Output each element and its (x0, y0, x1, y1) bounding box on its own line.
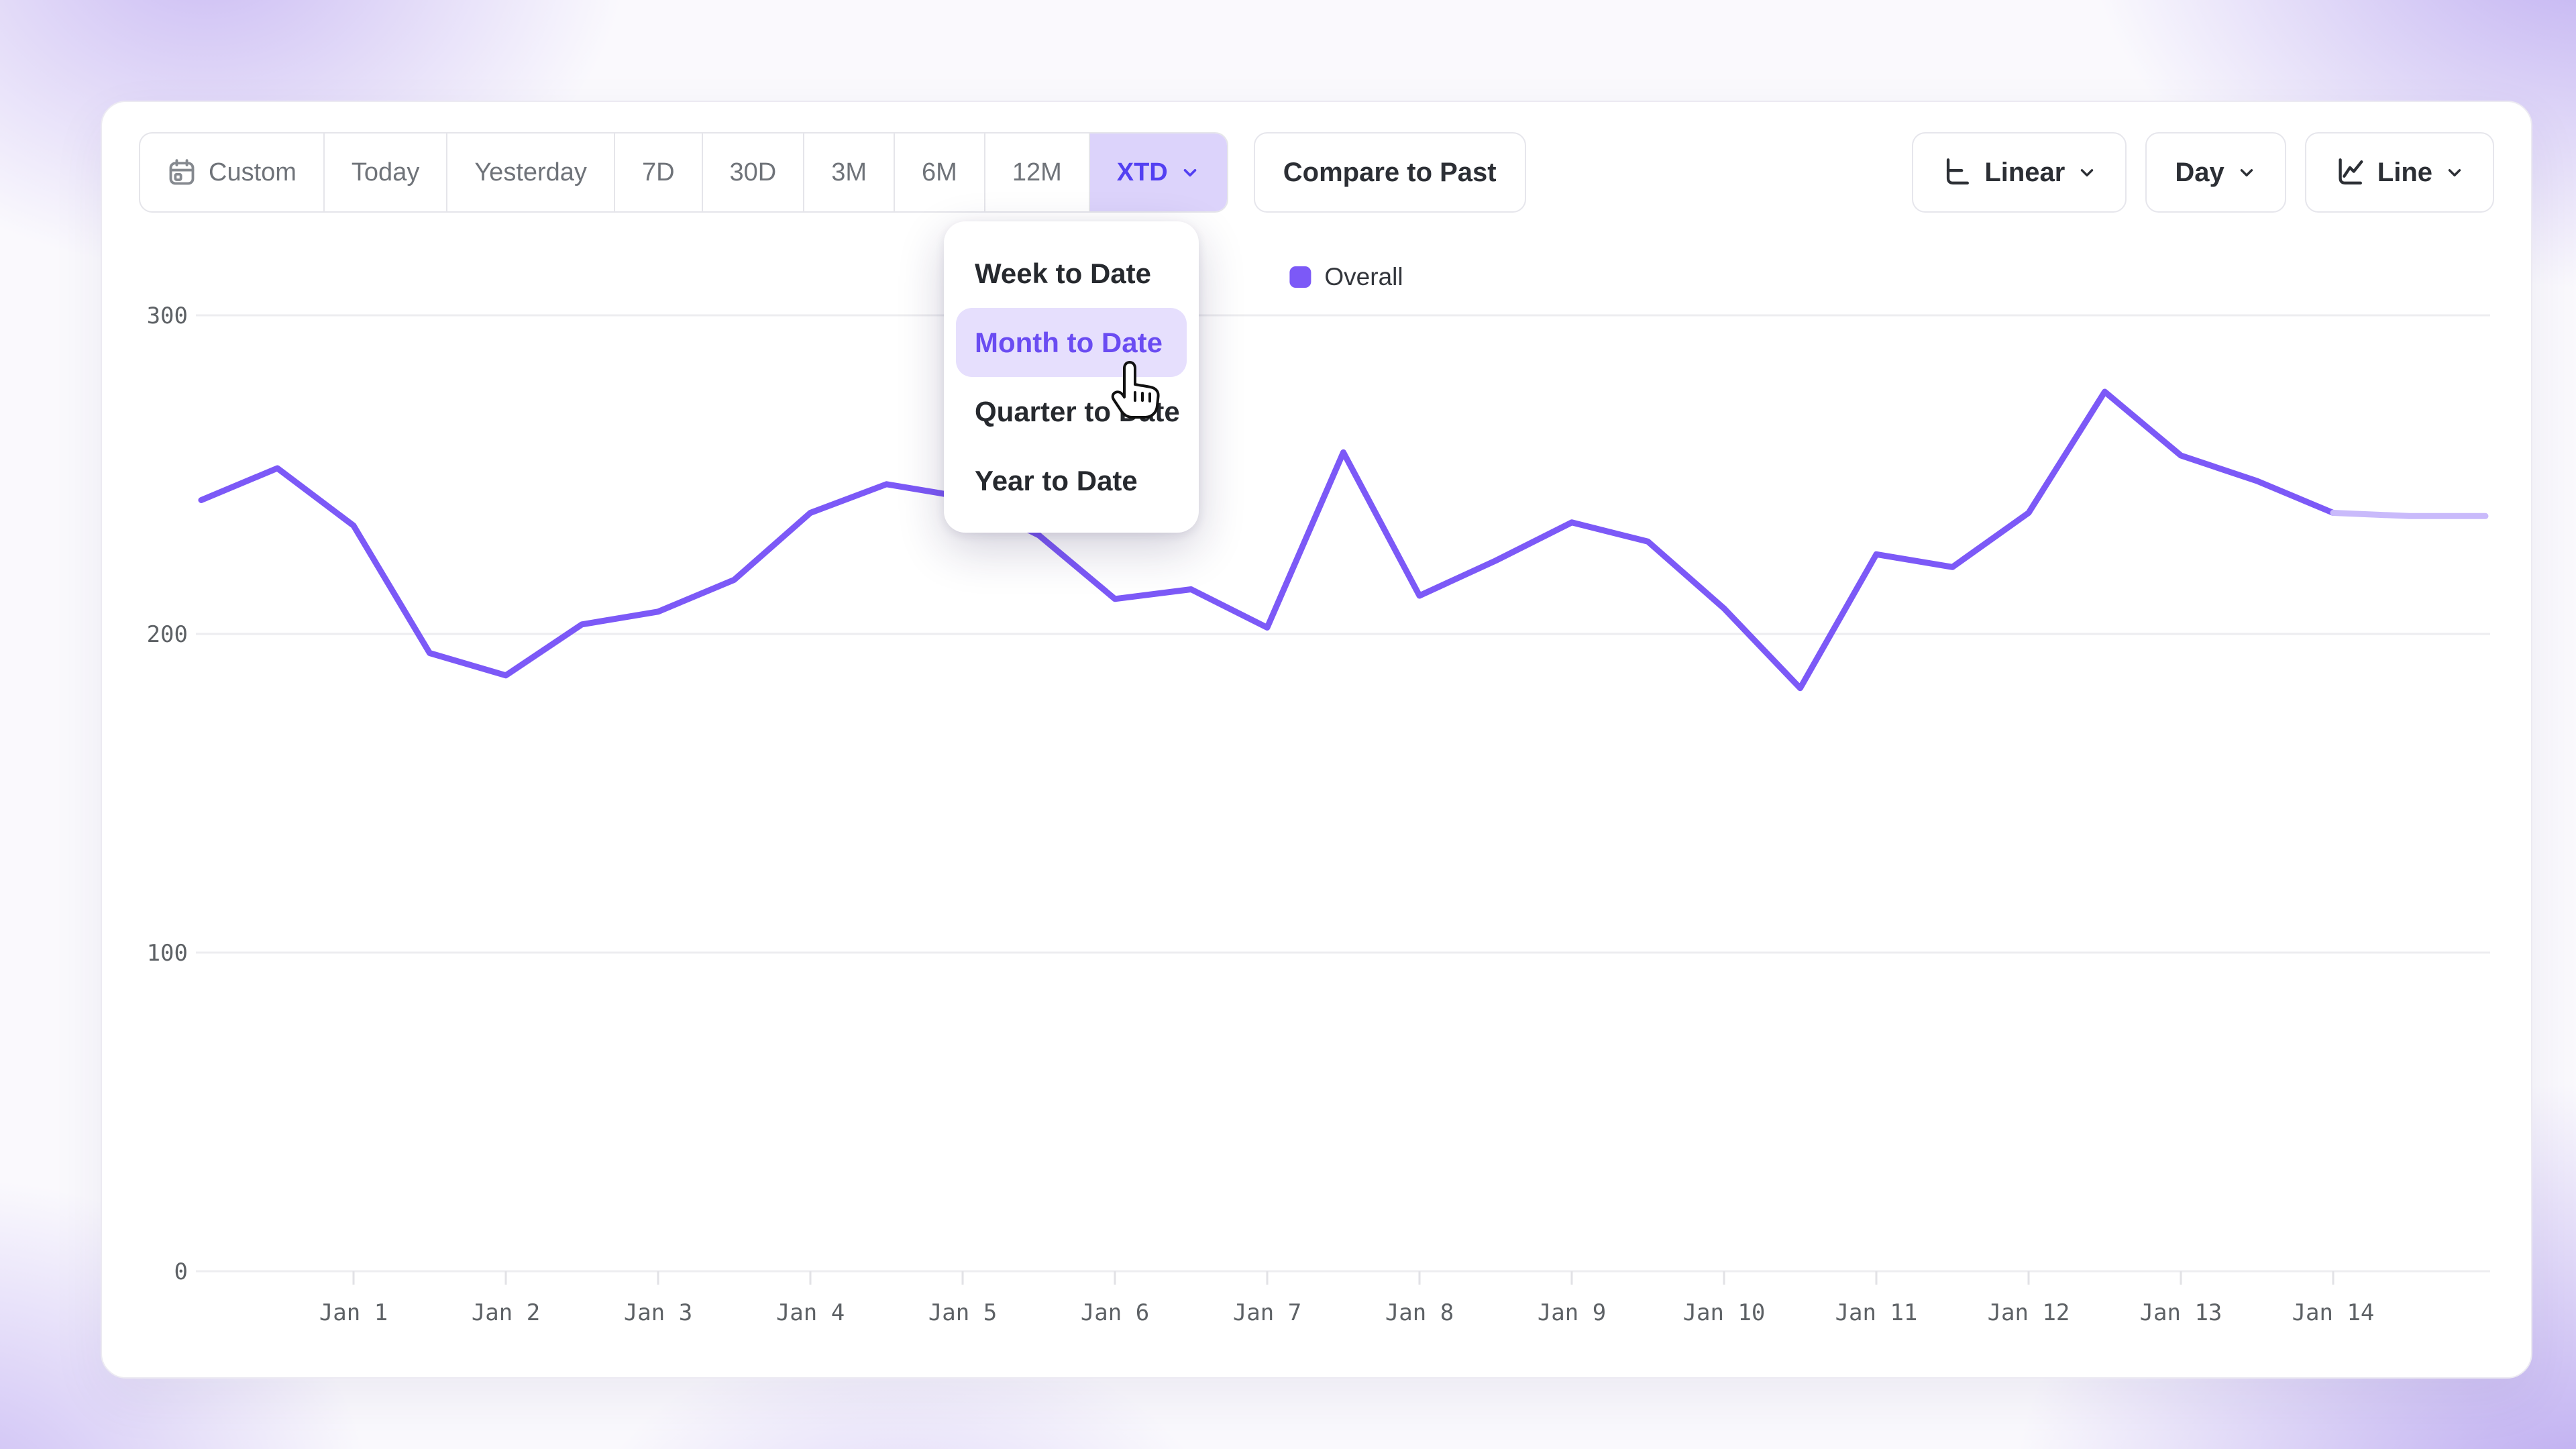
toolbar: Custom Today Yesterday 7D 30D 3M 6M 12M … (139, 132, 2494, 213)
chevron-down-icon (2077, 162, 2097, 182)
range-xtd-label: XTD (1117, 158, 1168, 187)
range-3m-button[interactable]: 3M (803, 133, 894, 211)
range-30d-button[interactable]: 30D (702, 133, 804, 211)
granularity-select-button[interactable]: Day (2145, 132, 2286, 213)
scale-select-label: Linear (1984, 158, 2065, 188)
chart-type-select-button[interactable]: Line (2305, 132, 2494, 213)
range-today-button[interactable]: Today (323, 133, 446, 211)
legend-label: Overall (1324, 263, 1403, 291)
menu-item-week-to-date[interactable]: Week to Date (956, 239, 1187, 308)
chevron-down-icon (2237, 162, 2257, 182)
chevron-down-icon (1180, 162, 1200, 182)
range-xtd-button[interactable]: XTD (1089, 133, 1227, 211)
toolbar-spacer (1526, 132, 1913, 213)
date-range-segmented-control: Custom Today Yesterday 7D 30D 3M 6M 12M … (139, 132, 1228, 213)
linear-scale-icon (1941, 157, 1972, 188)
scale-select-button[interactable]: Linear (1912, 132, 2127, 213)
chart-type-select-label: Line (2377, 158, 2432, 188)
range-yesterday-button[interactable]: Yesterday (446, 133, 614, 211)
compare-to-past-label: Compare to Past (1283, 158, 1497, 188)
chart-card: Custom Today Yesterday 7D 30D 3M 6M 12M … (101, 101, 2532, 1379)
calendar-icon (167, 158, 197, 187)
hand-pointer-cursor (1108, 358, 1166, 425)
range-6m-button[interactable]: 6M (894, 133, 984, 211)
granularity-select-label: Day (2175, 158, 2224, 188)
legend: Overall (1289, 263, 1403, 291)
compare-to-past-button[interactable]: Compare to Past (1254, 132, 1526, 213)
line-chart-icon (2334, 157, 2365, 188)
chart-settings-group: Linear Day Line (1912, 132, 2494, 213)
range-7d-button[interactable]: 7D (614, 133, 702, 211)
legend-swatch (1289, 266, 1311, 288)
range-12m-button[interactable]: 12M (984, 133, 1089, 211)
range-custom-button[interactable]: Custom (140, 133, 323, 211)
chevron-down-icon (2445, 162, 2465, 182)
range-custom-label: Custom (209, 158, 297, 187)
menu-item-year-to-date[interactable]: Year to Date (956, 446, 1187, 515)
